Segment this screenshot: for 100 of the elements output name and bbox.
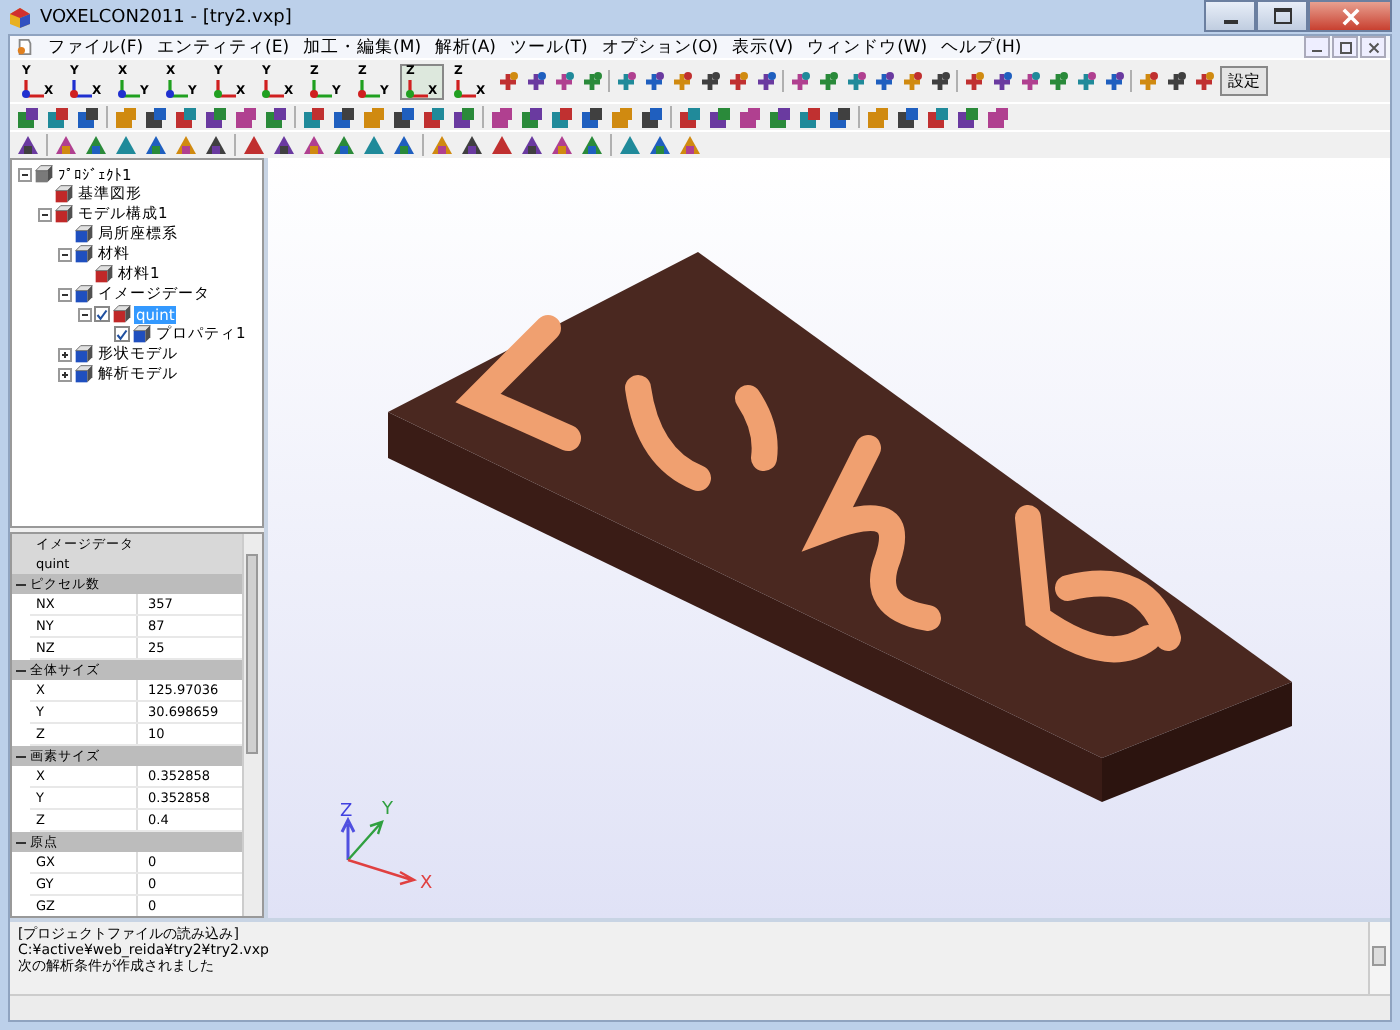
maximize-button[interactable] — [1256, 0, 1308, 32]
menu-item[interactable]: エンティティ(E) — [157, 35, 290, 59]
settings-button[interactable]: 設定 — [1220, 66, 1268, 96]
toolbar-icon[interactable] — [302, 133, 326, 157]
toolbar-icon[interactable] — [872, 69, 896, 93]
toolbar-icon[interactable] — [614, 69, 638, 93]
toolbar-icon[interactable] — [896, 105, 920, 129]
menu-item[interactable]: 表示(V) — [732, 35, 794, 59]
checkbox[interactable] — [114, 326, 130, 342]
toolbar-icon[interactable] — [550, 133, 574, 157]
toolbar-icon[interactable] — [332, 105, 356, 129]
minimize-button[interactable] — [1304, 36, 1330, 58]
toolbar-icon[interactable] — [524, 69, 548, 93]
toolbar-icon[interactable] — [844, 69, 868, 93]
menu-item[interactable]: オプション(O) — [601, 35, 719, 59]
toolbar-icon[interactable] — [332, 133, 356, 157]
menu-item[interactable]: ファイル(F) — [48, 35, 144, 59]
toolbar-icon[interactable] — [204, 133, 228, 157]
toolbar-icon[interactable] — [828, 105, 852, 129]
restore-button[interactable] — [1332, 36, 1358, 58]
toolbar-icon[interactable] — [580, 105, 604, 129]
toolbar-icon[interactable] — [392, 133, 416, 157]
toolbar-icon[interactable] — [46, 105, 70, 129]
toolbar-icon[interactable] — [550, 105, 574, 129]
toolbar-icon[interactable] — [264, 105, 288, 129]
collapse-toggle[interactable] — [18, 167, 32, 181]
toolbar-icon[interactable] — [788, 69, 812, 93]
toolbar-icon[interactable] — [678, 105, 702, 129]
toolbar-icon[interactable] — [698, 69, 722, 93]
toolbar-icon[interactable] — [580, 133, 604, 157]
menu-item[interactable]: 加工・編集(M) — [303, 35, 422, 59]
toolbar-icon[interactable] — [1164, 69, 1188, 93]
toolbar-icon[interactable] — [520, 133, 544, 157]
menu-item[interactable]: 解析(A) — [435, 35, 496, 59]
toolbar-icon[interactable] — [460, 133, 484, 157]
toolbar-icon[interactable] — [928, 69, 952, 93]
3d-viewport[interactable]: Z Y X — [268, 158, 1390, 918]
toolbar-icon[interactable] — [1018, 69, 1042, 93]
toolbar-icon[interactable] — [144, 133, 168, 157]
toolbar-icon[interactable] — [962, 69, 986, 93]
toolbar-icon[interactable] — [204, 105, 228, 129]
toolbar-icon[interactable] — [738, 105, 762, 129]
collapse-toggle[interactable] — [38, 207, 52, 221]
toolbar-icon[interactable] — [422, 105, 446, 129]
toolbar-icon[interactable] — [678, 133, 702, 157]
toolbar-icon[interactable] — [990, 69, 1014, 93]
scrollbar[interactable] — [1368, 922, 1390, 994]
toolbar-icon[interactable] — [272, 133, 296, 157]
menu-item[interactable]: ヘルプ(H) — [941, 35, 1022, 59]
collapse-toggle[interactable] — [58, 247, 72, 261]
toolbar-icon[interactable] — [84, 133, 108, 157]
toolbar-icon[interactable] — [956, 105, 980, 129]
toolbar-icon[interactable] — [986, 105, 1010, 129]
toolbar-icon[interactable] — [580, 69, 604, 93]
toolbar-icon[interactable] — [670, 69, 694, 93]
scrollbar[interactable] — [242, 534, 262, 916]
toolbar-icon[interactable] — [520, 105, 544, 129]
toolbar-icon[interactable] — [174, 133, 198, 157]
toolbar-icon[interactable] — [16, 133, 40, 157]
toolbar-icon[interactable] — [926, 105, 950, 129]
toolbar-icon[interactable] — [234, 105, 258, 129]
collapse-toggle[interactable] — [58, 287, 72, 301]
collapse-toggle[interactable] — [78, 307, 92, 321]
toolbar-icon[interactable] — [54, 133, 78, 157]
close-button[interactable] — [1308, 0, 1392, 32]
toolbar-icon[interactable] — [1074, 69, 1098, 93]
toolbar-icon[interactable] — [1102, 69, 1126, 93]
toolbar-icon[interactable] — [452, 105, 476, 129]
toolbar-icon[interactable] — [430, 133, 454, 157]
toolbar-icon[interactable] — [174, 105, 198, 129]
toolbar-icon[interactable] — [1136, 69, 1160, 93]
expand-toggle[interactable] — [58, 367, 72, 381]
toolbar-icon[interactable] — [708, 105, 732, 129]
close-button[interactable] — [1360, 36, 1386, 58]
menu-item[interactable]: ウィンドウ(W) — [807, 35, 928, 59]
toolbar-icon[interactable] — [144, 105, 168, 129]
toolbar-icon[interactable] — [640, 105, 664, 129]
toolbar-icon[interactable] — [302, 105, 326, 129]
toolbar-icon[interactable] — [754, 69, 778, 93]
toolbar-icon[interactable] — [642, 69, 666, 93]
toolbar-icon[interactable] — [496, 69, 520, 93]
toolbar-icon[interactable] — [392, 105, 416, 129]
toolbar-icon[interactable] — [1046, 69, 1070, 93]
cube-icon — [74, 244, 94, 264]
menu-item[interactable]: ツール(T) — [509, 35, 588, 59]
toolbar-icon[interactable] — [816, 69, 840, 93]
toolbar-icon[interactable] — [798, 105, 822, 129]
toolbar-icon[interactable] — [768, 105, 792, 129]
toolbar-icon[interactable] — [490, 105, 514, 129]
toolbar-icon[interactable] — [648, 133, 672, 157]
minimize-button[interactable] — [1204, 0, 1256, 32]
checkbox[interactable] — [94, 306, 110, 322]
expand-toggle[interactable] — [58, 347, 72, 361]
toolbar-icon[interactable] — [552, 69, 576, 93]
toolbar-icon[interactable] — [726, 69, 750, 93]
toolbar-icon[interactable] — [900, 69, 924, 93]
toolbar-icon[interactable] — [76, 105, 100, 129]
document-icon[interactable] — [16, 38, 34, 56]
toolbar-icon[interactable] — [1192, 69, 1216, 93]
toolbar-icon[interactable] — [16, 105, 40, 129]
